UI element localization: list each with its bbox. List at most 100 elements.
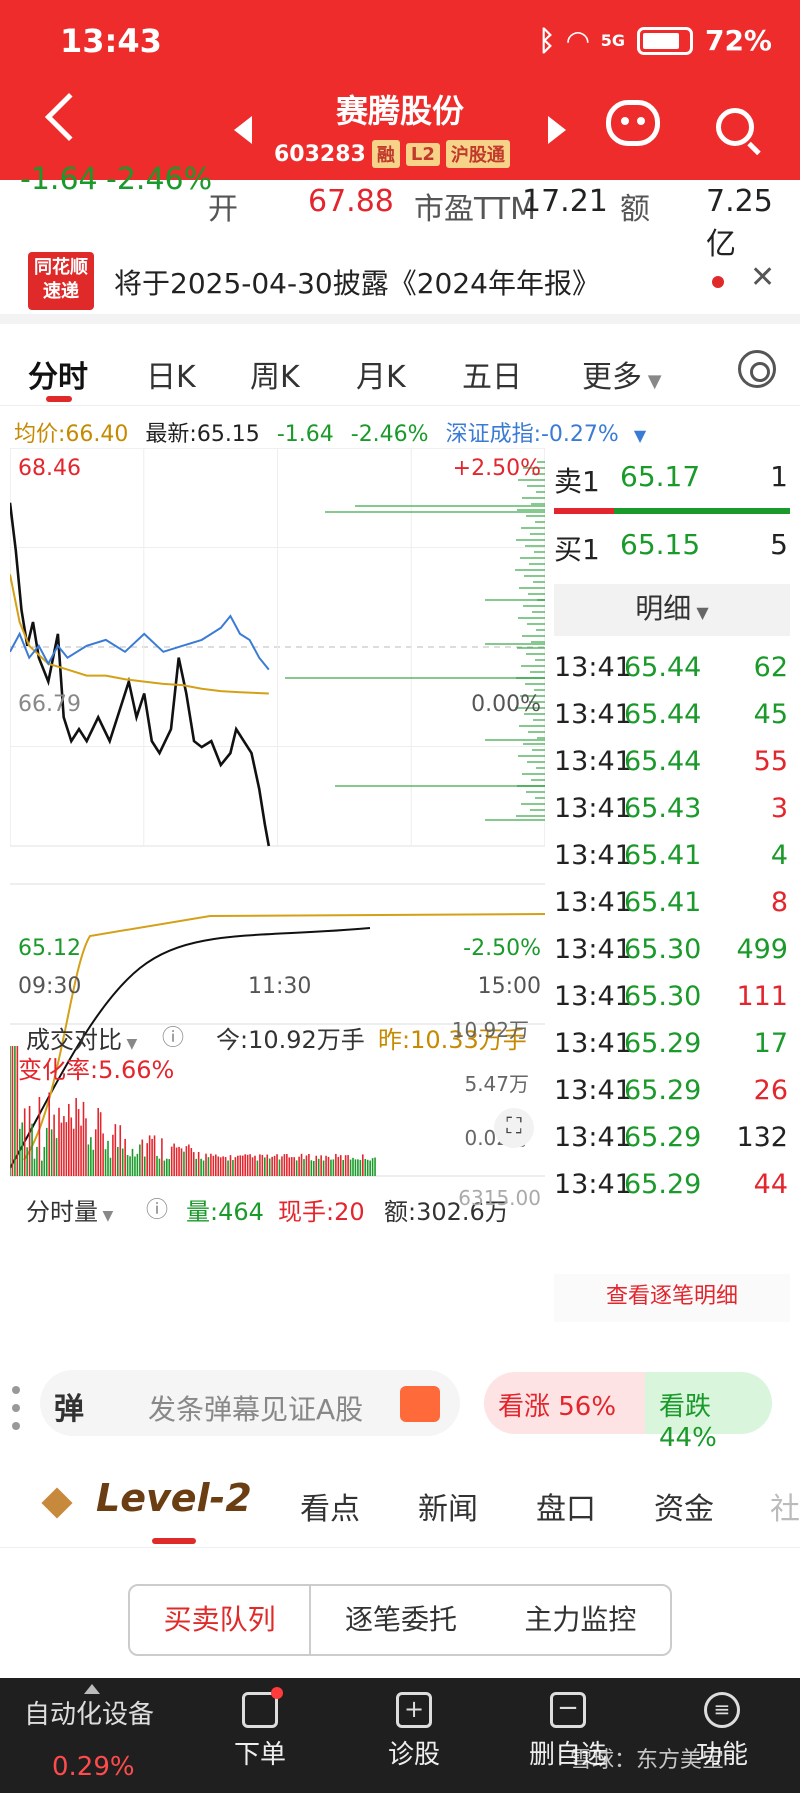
depth-bars [285,461,545,821]
detail-time: 13:41 [554,1075,632,1106]
watermark: 雪球：东方美宝 [570,1748,725,1773]
amount-label: 额 [620,192,650,227]
minus-icon: − [550,1692,586,1728]
avg-price: 均价:66.40 [14,422,129,447]
level2-logo[interactable]: Level-2 [96,1476,252,1520]
tab-funds[interactable]: 资金 [654,1484,714,1528]
diagnose-button[interactable]: + 诊股 [354,1692,474,1771]
status-icons: ᛒ ◠ 5G 72% [538,24,772,57]
stock-code: 603283 [274,141,366,167]
tab-intraday[interactable]: 分时 [28,352,88,396]
danmu-placeholder: 发条弹幕见证A股 [148,1393,364,1426]
detail-qty: 111 [736,981,788,1012]
tab-news[interactable]: 新闻 [418,1484,478,1528]
sector-name[interactable]: 自动化设备 [24,1694,154,1731]
pct-label-bottom: -2.50% [463,936,541,961]
detail-time: 13:41 [554,746,632,777]
y-label-top: 68.46 [18,456,81,481]
detail-price: 65.29 [624,1122,702,1153]
bid-row: 买1 65.15 5 [550,528,790,578]
detail-price: 65.41 [624,840,702,871]
detail-qty: 499 [736,934,788,965]
signal-icon: 5G [600,31,625,50]
price-line [8,502,271,847]
detail-row: 13:41 65.43 3 [554,785,790,838]
notice-banner[interactable]: 同花顺 速递 将于2025-04-30披露《2024年年报》 ✕ [0,240,800,324]
expand-up-icon[interactable] [84,1684,100,1694]
quote-change-pct: -2.46% [106,162,213,197]
drag-handle[interactable] [12,1386,20,1440]
detail-time: 13:41 [554,1169,632,1200]
detail-price: 65.29 [624,1075,702,1106]
x-label-open: 09:30 [18,974,82,999]
expand-icon[interactable]: ⛶ [494,1108,534,1148]
diamond-icon [41,1487,73,1519]
danmu-bar: 弹 发条弹幕见证A股 看涨 56% 看跌 44% [0,1356,800,1453]
index-line [9,614,270,671]
tab-more[interactable]: 更多 ▼ [582,352,662,396]
tab-daily-k[interactable]: 日K [146,352,196,396]
detail-time: 13:41 [554,793,632,824]
price-summary-row: 均价:66.40 最新:65.15 -1.64 -2.46% 深证成指:-0.2… [14,416,666,448]
gift-icon[interactable] [400,1386,440,1422]
notice-text[interactable]: 将于2025-04-30披露《2024年年报》 [114,262,600,302]
tab-handicap[interactable]: 盘口 [536,1484,596,1528]
danmu-input[interactable]: 弹 发条弹幕见证A股 [40,1370,460,1436]
today-volume: 今:10.92万手 [216,1026,365,1054]
subtab-main-monitor[interactable]: 主力监控 [491,1586,670,1654]
diagnose-icon: + [396,1692,432,1728]
next-stock-icon[interactable] [548,116,566,144]
bid-ask-ratio-red [554,508,614,514]
help-icon[interactable]: ⓘ [162,1020,184,1052]
tab-highlights[interactable]: 看点 [300,1484,360,1528]
bid-qty: 5 [770,528,788,561]
detail-time: 13:41 [554,887,632,918]
detail-row: 13:41 65.30 111 [554,973,790,1026]
tab-weekly-k[interactable]: 周K [250,352,300,396]
tab-monthly-k[interactable]: 月K [356,352,406,396]
detail-price: 65.44 [624,746,702,777]
quote-change: -1.64 [20,162,98,197]
gear-icon[interactable] [738,350,776,388]
detail-qty: 8 [770,887,788,918]
vol-axis-top: 10.92万 [451,1018,529,1042]
subtab-tick-orders[interactable]: 逐笔委托 [311,1586,490,1654]
bottom-toolbar: 自动化设备 0.29% 下单 + 诊股 − 删自选 ≡ 功能 [0,1678,800,1793]
detail-time: 13:41 [554,981,632,1012]
chevron-down-icon: ▼ [628,426,647,445]
detail-time: 13:41 [554,1122,632,1153]
assistant-robot-icon[interactable] [606,100,660,146]
order-button[interactable]: 下单 [200,1687,320,1771]
tab-community[interactable]: 社 [770,1484,800,1528]
detail-price: 65.44 [624,652,702,683]
detail-qty: 26 [753,1075,788,1106]
help-icon[interactable]: ⓘ [146,1192,168,1224]
volume-title[interactable]: 分时量 ▼ [26,1192,113,1227]
detail-row: 13:41 65.41 4 [554,832,790,885]
intraday-chart[interactable]: 68.46 66.79 65.12 +2.50% 0.00% -2.50% 09… [8,447,546,1323]
tab-five-day[interactable]: 五日 [462,352,522,396]
danmu-icon: 弹 [54,1392,84,1427]
detail-header[interactable]: 明细 ▼ [554,584,790,636]
bid-price: 65.15 [620,528,701,561]
y-label-bottom: 65.12 [18,936,81,961]
queue-subtabs: 买卖队列 逐笔委托 主力监控 [128,1584,672,1656]
app-header: 13:43 ᛒ ◠ 5G 72% 赛腾股份 603283 融 L2 沪股通 [0,0,800,180]
index-compare[interactable]: 深证成指:-0.27% ▼ [446,422,657,447]
vote-rise-button[interactable]: 看涨 56% [484,1372,645,1434]
ask-qty: 1 [770,460,788,493]
subtab-order-queue[interactable]: 买卖队列 [130,1586,312,1654]
detail-time: 13:41 [554,840,632,871]
detail-row: 13:41 65.29 17 [554,1020,790,1073]
detail-price: 65.29 [624,1028,702,1059]
search-icon[interactable] [716,108,754,146]
vote-fall-button[interactable]: 看跌 44% [645,1372,772,1453]
change-rate: 变化率:5.66% [18,1050,174,1085]
detail-time: 13:41 [554,652,632,683]
detail-time: 13:41 [554,699,632,730]
detail-price: 65.41 [624,887,702,918]
latest-change: -1.64 [276,422,334,447]
view-all-ticks-link[interactable]: 查看逐笔明细 [554,1274,790,1322]
close-icon[interactable]: ✕ [750,260,775,295]
y-label-mid: 66.79 [18,692,81,717]
